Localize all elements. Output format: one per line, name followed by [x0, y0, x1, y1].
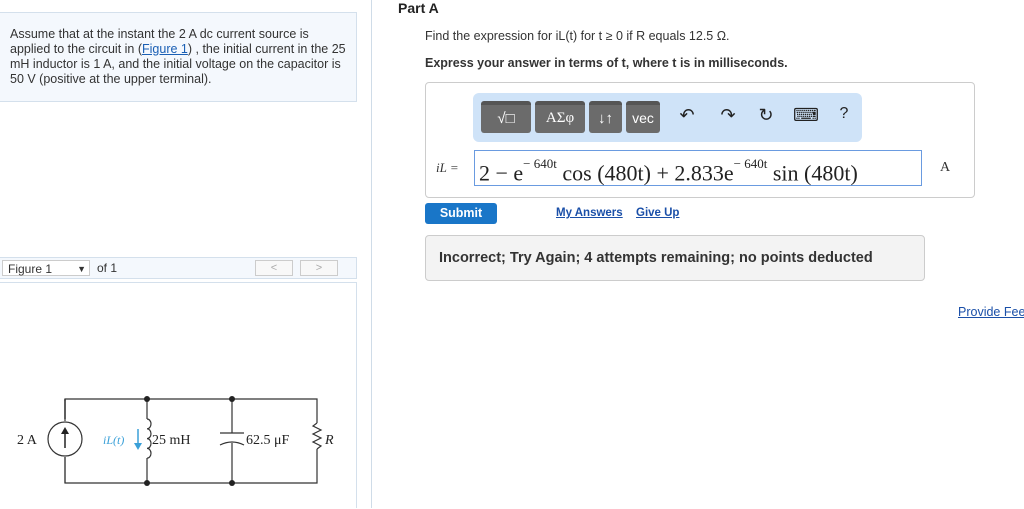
current-label: iL(t) [103, 433, 124, 447]
inductor-label: 25 mH [152, 433, 191, 448]
next-figure-button[interactable]: > [300, 260, 338, 276]
figure-area: 2 A iL(t) 25 mH 62.5 μF R [0, 282, 357, 508]
answer-label: iL = [436, 160, 459, 175]
exponent: − 640t [733, 156, 768, 171]
greek-button[interactable]: ΑΣφ [535, 101, 585, 133]
answer-input[interactable]: 2 − e− 640t cos (480t) + 2.833e− 640t si… [474, 150, 922, 186]
keyboard-icon[interactable]: ⌨ [793, 105, 819, 126]
give-up-link[interactable]: Give Up [636, 207, 679, 219]
exponent: − 640t [523, 156, 557, 171]
vec-button[interactable]: vec [626, 101, 660, 133]
part-title: Part A [398, 0, 439, 16]
prev-figure-button[interactable]: < [255, 260, 293, 276]
source-label: 2 A [17, 433, 38, 448]
circuit-diagram: 2 A iL(t) 25 mH 62.5 μF R [17, 396, 334, 486]
help-icon[interactable]: ? [833, 105, 855, 123]
math-toolbar: √□ ΑΣφ ↓↑ vec ↶ ↷ ↻ ⌨ ? [473, 93, 862, 142]
figure-link[interactable]: Figure 1 [142, 42, 188, 56]
resistor-label: R [324, 433, 334, 448]
undo-icon[interactable]: ↶ [676, 105, 698, 126]
redo-icon[interactable]: ↷ [717, 105, 739, 126]
expr-part: cos (480t) + 2.833e [556, 160, 734, 186]
arrows-button[interactable]: ↓↑ [589, 101, 622, 133]
figure-count: of 1 [97, 261, 118, 275]
templates-button[interactable]: √□ [481, 101, 531, 133]
capacitor-label: 62.5 μF [246, 433, 290, 448]
figure-select[interactable]: Figure 1 ▼ [2, 260, 90, 276]
figure-select-value: Figure 1 [8, 262, 53, 276]
my-answers-link[interactable]: My Answers [556, 207, 623, 219]
instruction-text: Express your answer in terms of t, where… [425, 56, 788, 70]
submit-button[interactable]: Submit [425, 203, 497, 224]
provide-feedback-link[interactable]: Provide Feedback [958, 305, 1024, 319]
expr-part: sin (480t) [767, 160, 858, 186]
figure-toolbar: Figure 1 ▼ of 1 < > [0, 257, 357, 279]
problem-statement: Assume that at the instant the 2 A dc cu… [0, 12, 357, 102]
feedback-message: Incorrect; Try Again; 4 attempts remaini… [425, 235, 925, 281]
question-text: Find the expression for iL(t) for t ≥ 0 … [425, 29, 730, 43]
expr-part: 2 − e [479, 160, 524, 186]
unit-label: A [940, 160, 951, 175]
reset-icon[interactable]: ↻ [755, 105, 777, 126]
dropdown-arrow-icon: ▼ [77, 264, 86, 274]
